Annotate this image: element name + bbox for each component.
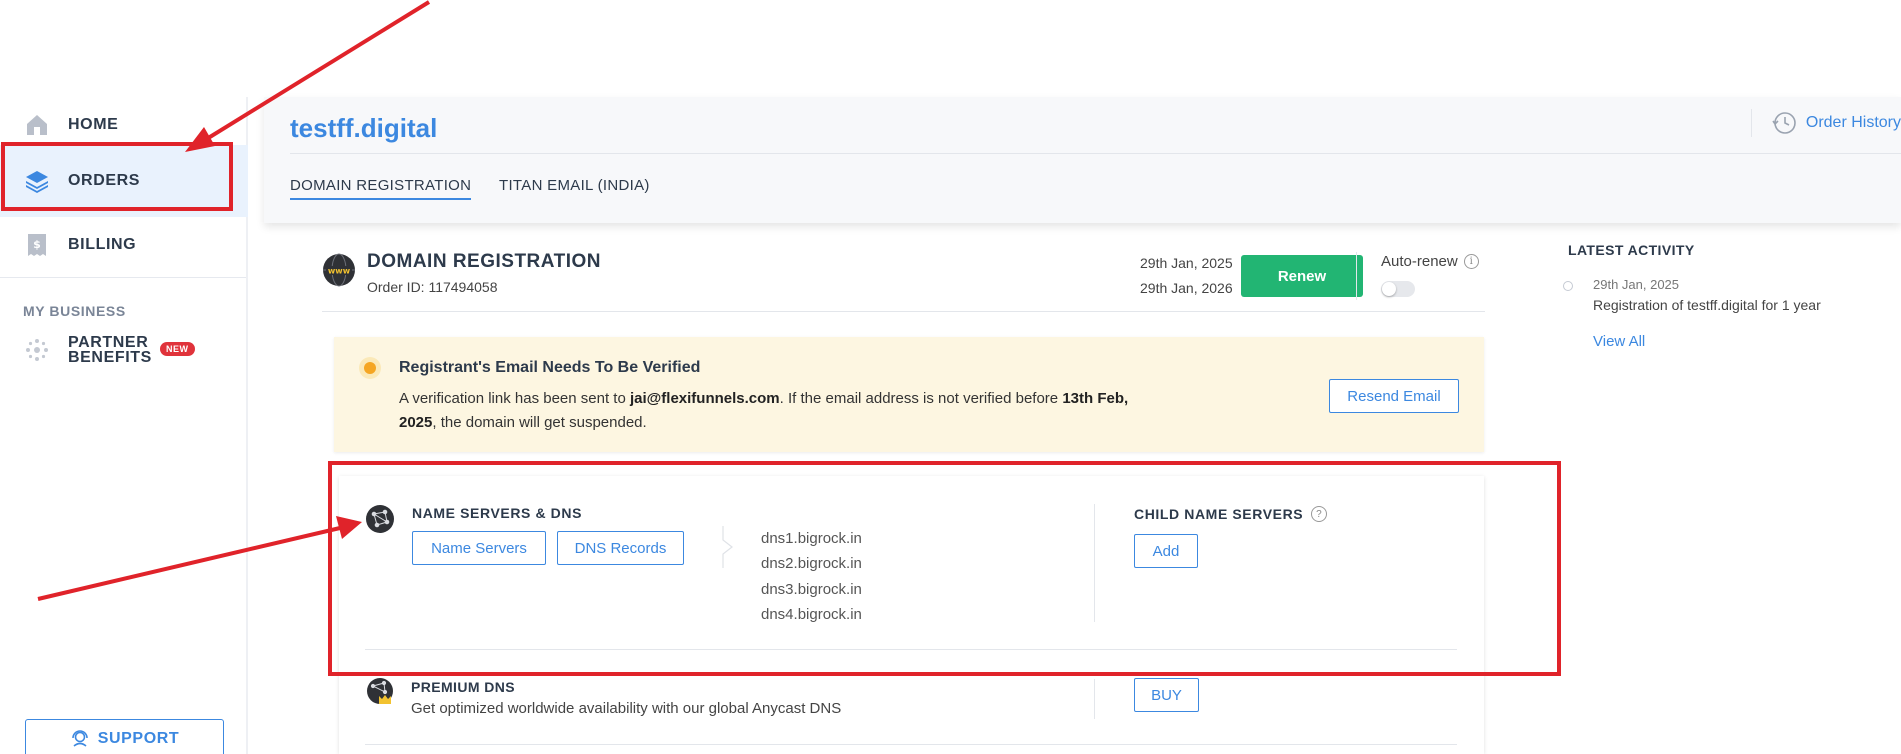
registration-date: 29th Jan, 2025: [1140, 255, 1233, 271]
alert-email: jai@flexifunnels.com: [629, 390, 780, 407]
tab-titan-email[interactable]: TITAN EMAIL (INDIA): [499, 177, 650, 194]
premium-globe-icon: [367, 678, 393, 704]
expiry-date: 29th Jan, 2026: [1140, 280, 1233, 296]
dns-card: NAME SERVERS & DNS Name Servers DNS Reco…: [339, 476, 1484, 754]
section-divider: [365, 649, 1457, 650]
layers-icon: [26, 171, 48, 193]
autorenew-text: Auto-renew: [1381, 253, 1458, 270]
resend-email-button[interactable]: Resend Email: [1329, 379, 1459, 413]
page-header: testff.digital Order History DOMAIN REGI…: [264, 97, 1901, 223]
renew-button[interactable]: Renew: [1241, 255, 1363, 297]
history-icon: [1772, 112, 1796, 134]
order-title: DOMAIN REGISTRATION: [367, 251, 601, 272]
help-icon[interactable]: ?: [1311, 506, 1328, 522]
list-item: dns1.bigrock.in: [761, 530, 862, 547]
network-globe-icon: [366, 505, 394, 533]
svg-text:$: $: [33, 238, 41, 251]
order-id: Order ID: 117494058: [367, 279, 498, 295]
order-history-link[interactable]: Order History: [1750, 109, 1901, 137]
view-all-link[interactable]: View All: [1593, 333, 1645, 350]
list-item: dns2.bigrock.in: [761, 555, 862, 573]
headset-icon: [71, 730, 88, 747]
info-icon[interactable]: i: [1463, 254, 1479, 269]
alert-title: Registrant's Email Needs To Be Verified: [399, 359, 701, 376]
autorenew-toggle[interactable]: [1381, 281, 1415, 297]
divider: [1356, 252, 1357, 300]
divider: [1094, 504, 1095, 622]
warning-dot-icon: [359, 357, 381, 379]
buy-premium-dns-button[interactable]: BUY: [1134, 678, 1199, 712]
order-divider: [322, 311, 1485, 312]
partner-icon: [26, 339, 48, 361]
alert-msg-part: A verification link has been sent to: [399, 390, 630, 407]
bill-icon: $: [28, 234, 46, 256]
sidebar-item-label: PARTNER BENEFITS: [68, 334, 152, 366]
premium-dns-description: Get optimized worldwide availability wit…: [411, 700, 842, 717]
dns-records-button[interactable]: DNS Records: [557, 531, 684, 565]
alert-message: A verification link has been sent to jai…: [399, 387, 1159, 435]
activity-text: Registration of testff.digital for 1 yea…: [1593, 297, 1821, 313]
divider: [1094, 679, 1095, 719]
sidebar-item-label: HOME: [68, 116, 119, 133]
list-item: dns3.bigrock.in: [761, 580, 862, 598]
child-ns-label: CHILD NAME SERVERS: [1134, 506, 1304, 522]
premium-dns-title: PREMIUM DNS: [411, 679, 515, 695]
sidebar-item-label: ORDERS: [68, 172, 141, 189]
tab-domain-registration[interactable]: DOMAIN REGISTRATION: [290, 177, 472, 200]
autorenew-label: Auto-renew i: [1381, 253, 1479, 270]
page-title: testff.digital: [290, 113, 438, 143]
sidebar-item-orders[interactable]: ORDERS: [0, 145, 248, 217]
list-item: dns4.bigrock.in: [761, 605, 862, 623]
latest-activity-title: LATEST ACTIVITY: [1568, 242, 1695, 258]
activity-date: 29th Jan, 2025: [1593, 277, 1680, 292]
sidebar-item-label: BILLING: [68, 236, 137, 253]
sidebar-item-billing[interactable]: $ BILLING: [0, 217, 248, 273]
order-history-label: Order History: [1805, 114, 1901, 131]
header-divider: [290, 153, 1901, 154]
name-servers-button[interactable]: Name Servers: [412, 531, 546, 565]
support-button[interactable]: SUPPORT: [25, 719, 224, 754]
home-icon: [27, 115, 47, 135]
alert-msg-part: . If the email address is not verified b…: [779, 390, 1063, 407]
add-child-ns-button[interactable]: Add: [1134, 534, 1198, 568]
section-divider: [365, 744, 1457, 745]
support-label: SUPPORT: [97, 730, 180, 747]
sidebar-divider: [0, 277, 246, 278]
sidebar-item-partner-benefits[interactable]: PARTNER BENEFITS NEW: [0, 325, 248, 375]
timeline-dot-icon: [1563, 281, 1573, 291]
new-badge: NEW: [160, 342, 195, 356]
dns-section-title: NAME SERVERS & DNS: [412, 505, 583, 521]
nameserver-list: dns1.bigrock.in dns2.bigrock.in dns3.big…: [761, 526, 862, 627]
section-label: MY BUSINESS: [23, 303, 126, 319]
svg-text:www: www: [328, 267, 351, 276]
chevron-divider: [722, 526, 733, 568]
www-globe-icon: www: [323, 253, 355, 287]
alert-msg-part: , the domain will get suspended.: [432, 414, 647, 431]
verification-alert: Registrant's Email Needs To Be Verified …: [334, 337, 1484, 452]
child-ns-title: CHILD NAME SERVERS ?: [1134, 506, 1328, 522]
sidebar: HOME ORDERS $ BILLING MY BUSINESS PARTNE…: [0, 97, 248, 754]
